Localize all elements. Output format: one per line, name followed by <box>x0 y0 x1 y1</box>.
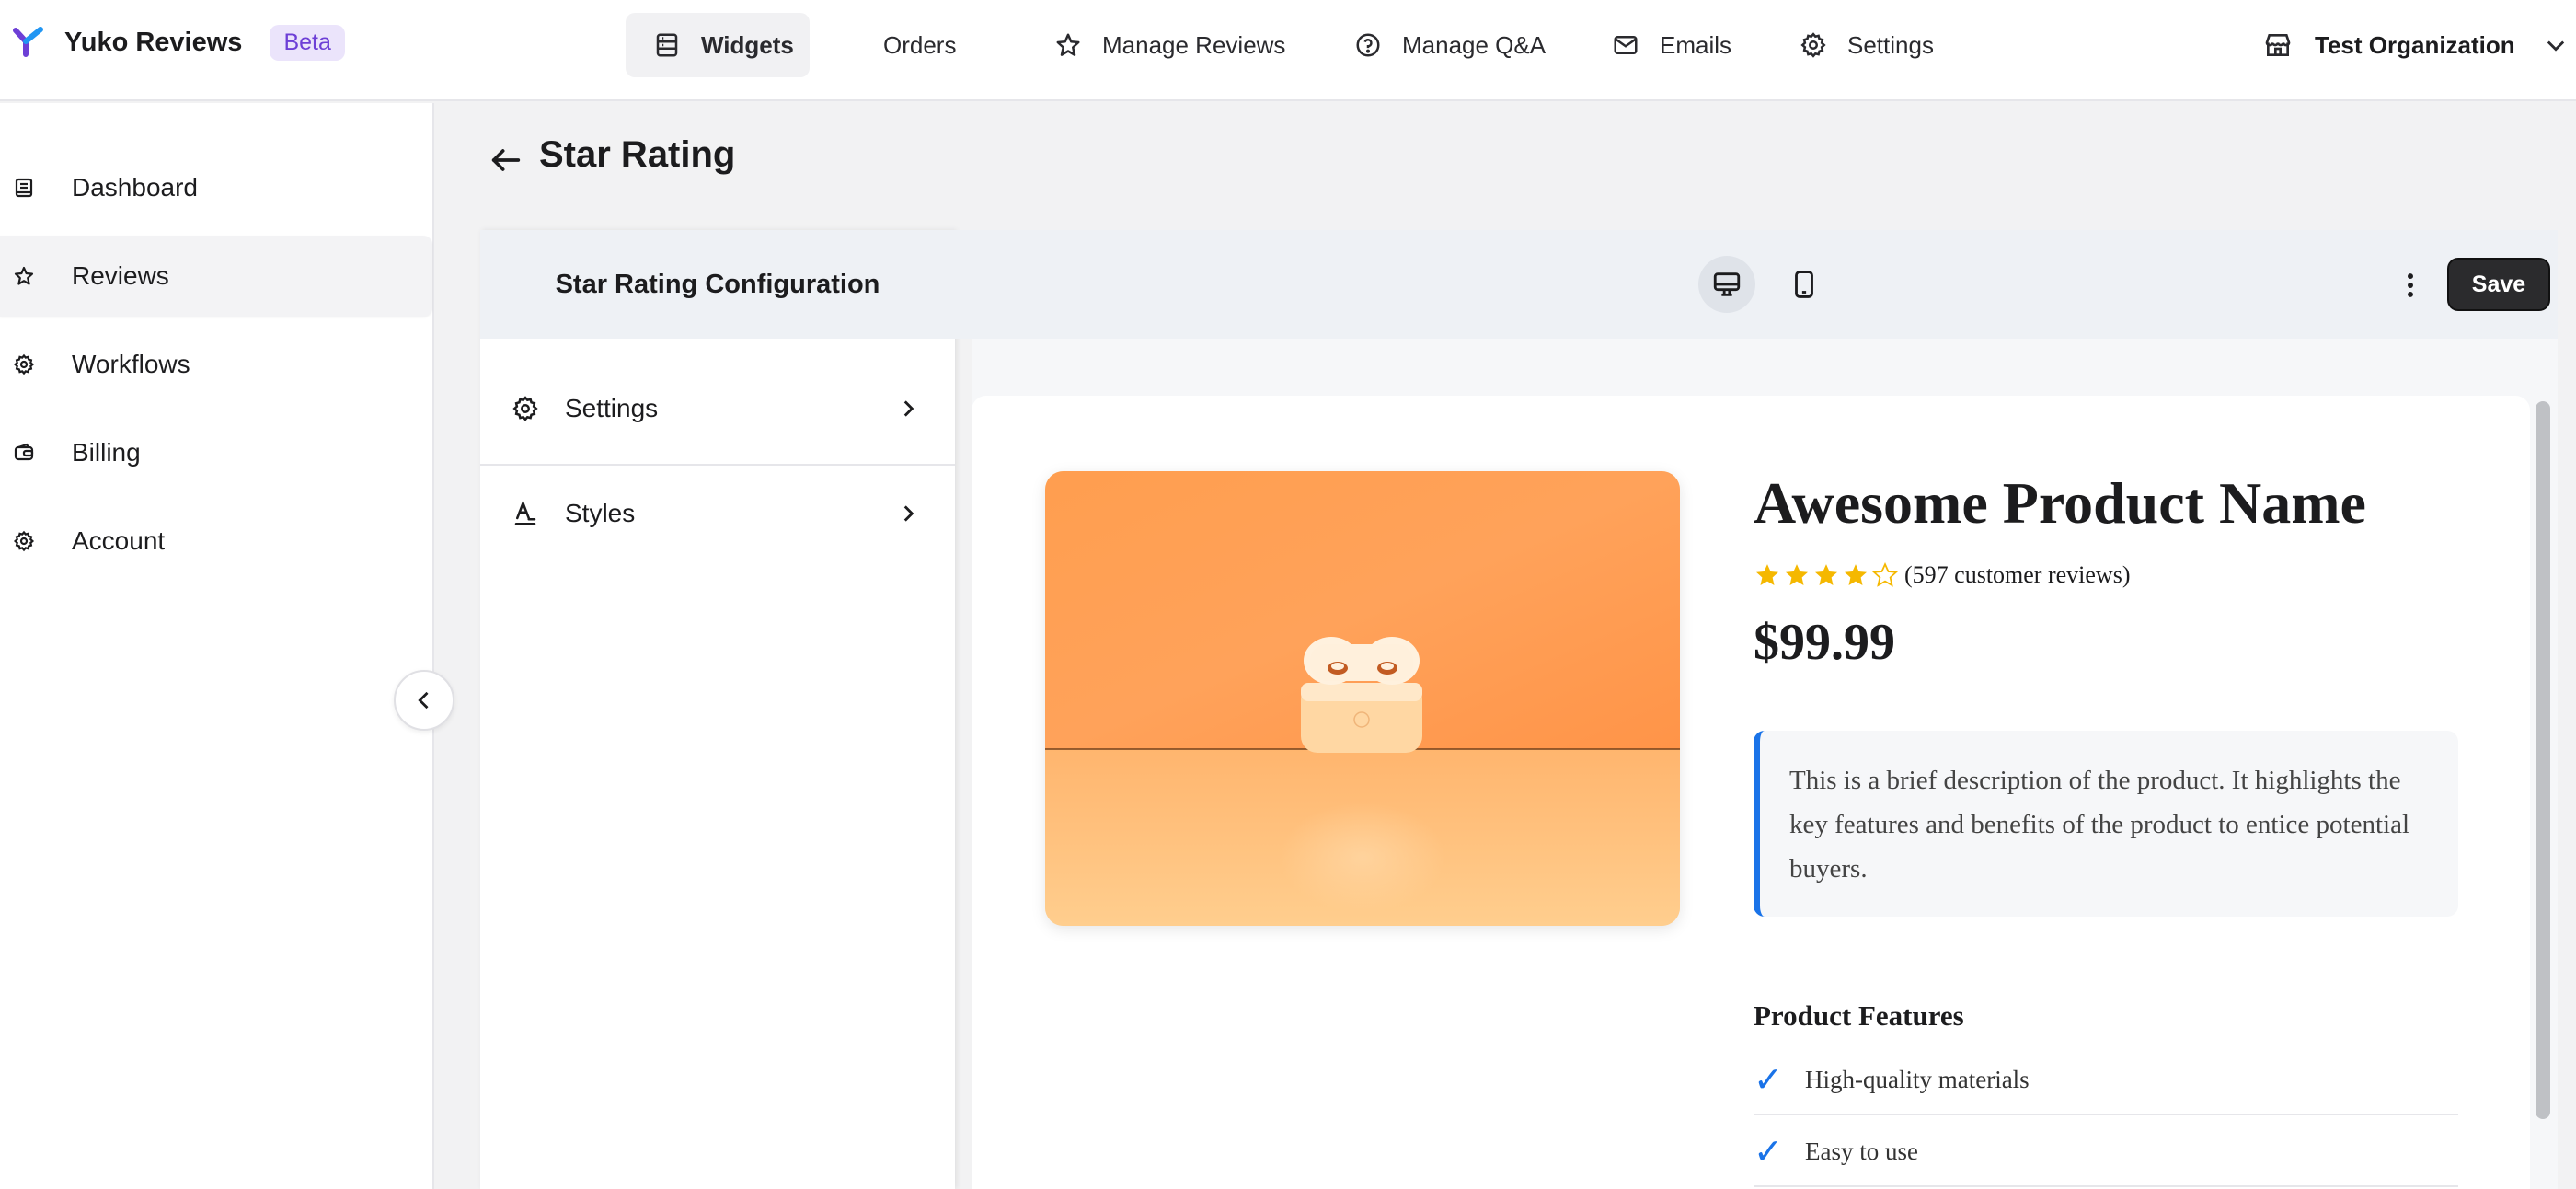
nav-label: Emails <box>1660 30 1732 59</box>
chevron-right-icon <box>903 505 914 522</box>
review-count: (597 customer reviews) <box>1904 561 2131 588</box>
organization-name: Test Organization <box>2315 30 2515 59</box>
chevron-right-icon <box>903 400 914 417</box>
back-arrow-icon[interactable] <box>488 142 524 179</box>
sidebar-item-account[interactable]: Account <box>0 501 432 582</box>
configuration-panel: Star Rating Configuration Settings Style… <box>480 230 955 1189</box>
nav-label: Manage Q&A <box>1402 30 1547 59</box>
brand-name: Yuko Reviews <box>64 27 243 57</box>
star-filled-icon <box>1786 564 1808 585</box>
page-title: Star Rating <box>539 134 736 175</box>
yuko-logo-icon <box>13 27 43 57</box>
nav-orders[interactable]: Orders <box>626 13 956 77</box>
mobile-icon <box>1795 271 1813 298</box>
product-preview-card: Awesome Product Name (597 customer revie… <box>972 396 2530 1189</box>
feature-item: ✓ Easy to use <box>1754 1117 2458 1187</box>
save-button[interactable]: Save <box>2447 258 2550 311</box>
gear-icon <box>13 530 35 552</box>
nav-label: Manage Reviews <box>1102 30 1286 59</box>
mail-icon <box>1614 36 1638 54</box>
main-nav: Widgets Orders <box>626 13 956 77</box>
sidebar-item-label: Reviews <box>72 261 169 290</box>
sidebar-item-billing[interactable]: Billing <box>0 412 432 493</box>
top-navigation-bar: Yuko Reviews Beta Widgets Orders Manage … <box>0 0 2576 101</box>
config-item-label: Styles <box>565 499 636 527</box>
star-filled-icon <box>1756 564 1778 585</box>
preview-toolbar: Save <box>955 230 2558 339</box>
desktop-icon <box>1713 272 1741 296</box>
feature-text: High-quality materials <box>1805 1065 2030 1093</box>
star-filled-icon <box>1845 564 1867 585</box>
nav-emails[interactable]: Emails <box>1612 13 1800 77</box>
nav-label: Settings <box>1847 30 1934 59</box>
sidebar-item-reviews[interactable]: Reviews <box>0 236 432 317</box>
star-icon <box>1056 33 1080 56</box>
star-rating: (597 customer reviews) <box>1754 560 2130 591</box>
config-item-styles[interactable]: Styles <box>480 466 955 561</box>
checkmark-icon: ✓ <box>1754 1132 1783 1172</box>
sidebar-item-label: Dashboard <box>72 173 198 202</box>
configuration-title: Star Rating Configuration <box>480 230 955 339</box>
chevron-down-icon <box>2547 40 2564 52</box>
feature-item: ✓ High-quality materials <box>1754 1045 2458 1115</box>
store-icon <box>2265 34 2291 56</box>
preview-scrollbar[interactable] <box>2536 401 2550 1119</box>
product-image <box>1045 471 1680 926</box>
sidebar-item-label: Account <box>72 526 166 555</box>
config-item-label: Settings <box>565 394 659 422</box>
gear-icon <box>1800 32 1826 58</box>
wallet-icon <box>14 443 34 461</box>
nav-manage-qa[interactable]: Manage Q&A <box>1354 13 1612 77</box>
product-name: Awesome Product Name <box>1754 470 2366 536</box>
sidebar-item-dashboard[interactable]: Dashboard <box>0 147 432 228</box>
sidebar-item-label: Billing <box>72 438 141 467</box>
sidebar: Dashboard Reviews Workflows Billing Acco… <box>0 103 434 1189</box>
collapse-sidebar-button[interactable] <box>394 670 454 731</box>
more-options-button[interactable] <box>2388 263 2432 307</box>
star-icon <box>14 266 34 285</box>
mobile-view-button[interactable] <box>1776 256 1833 313</box>
config-item-settings[interactable]: Settings <box>480 361 955 456</box>
sidebar-item-label: Workflows <box>72 350 190 378</box>
main-nav-rest: Manage Reviews Manage Q&A Emails Setting… <box>1054 13 1984 77</box>
gear-icon <box>512 396 538 421</box>
text-style-icon <box>514 500 536 525</box>
nav-label: Orders <box>883 30 957 59</box>
book-icon <box>15 178 33 198</box>
feature-text: Easy to use <box>1805 1137 1918 1165</box>
star-empty-icon <box>1871 561 1899 587</box>
star-filled-icon <box>1815 564 1837 585</box>
organization-switcher[interactable]: Test Organization <box>2263 13 2569 77</box>
gear-icon <box>13 353 35 375</box>
nav-manage-reviews[interactable]: Manage Reviews <box>1054 13 1354 77</box>
earbuds-photo <box>1045 471 1680 926</box>
beta-badge: Beta <box>270 24 345 61</box>
checkmark-icon: ✓ <box>1754 1060 1783 1100</box>
sidebar-item-workflows[interactable]: Workflows <box>0 324 432 405</box>
product-description: This is a brief description of the produ… <box>1754 731 2458 917</box>
features-title: Product Features <box>1754 999 1964 1032</box>
nav-settings[interactable]: Settings <box>1800 13 1984 77</box>
desktop-view-button[interactable] <box>1698 256 1755 313</box>
kebab-menu-icon <box>2408 273 2413 297</box>
chevron-left-icon <box>418 691 429 710</box>
product-price: $99.99 <box>1754 614 1895 671</box>
brand[interactable]: Yuko Reviews Beta <box>13 22 345 63</box>
question-icon <box>1356 33 1380 57</box>
